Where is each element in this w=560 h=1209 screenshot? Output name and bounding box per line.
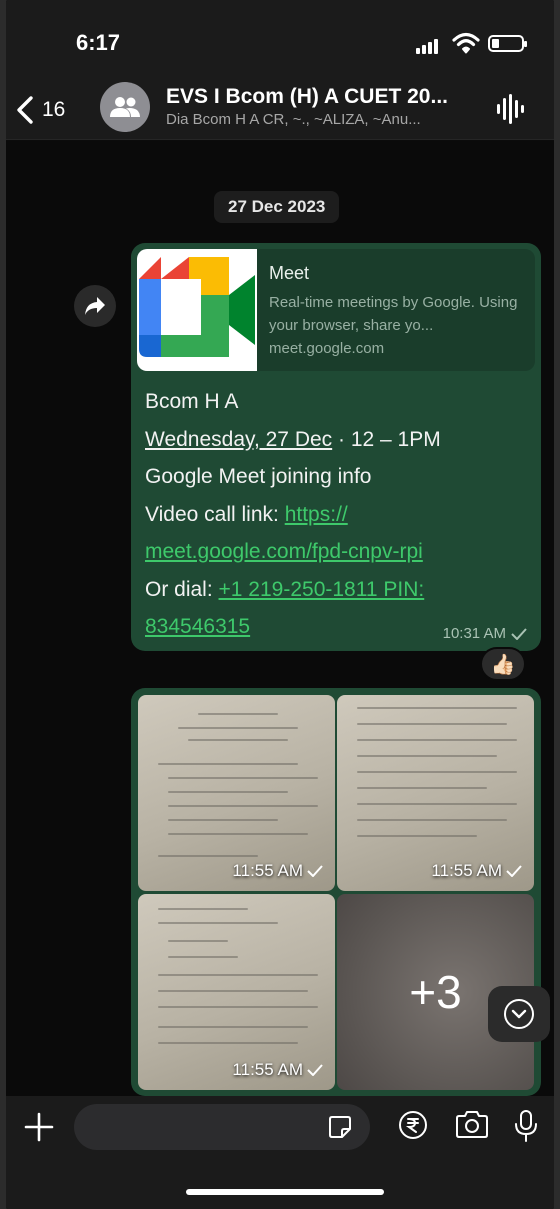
photo-time: 11:55 AM xyxy=(232,861,303,880)
chat-title[interactable]: EVS I Bcom (H) A CUET 20... xyxy=(166,85,448,109)
audio-wave-icon[interactable] xyxy=(496,94,524,124)
rupee-icon[interactable] xyxy=(398,1110,428,1140)
photo-time: 11:55 AM xyxy=(232,1060,303,1079)
mic-icon[interactable] xyxy=(514,1110,538,1142)
date-chip: 27 Dec 2023 xyxy=(214,191,340,223)
group-avatar-icon xyxy=(110,97,140,117)
back-button[interactable]: 16 xyxy=(16,90,96,130)
message-input[interactable] xyxy=(74,1104,370,1150)
link-preview[interactable]: Meet Real-time meetings by Google. Using… xyxy=(137,249,535,371)
plus-icon[interactable] xyxy=(24,1112,54,1142)
forward-icon xyxy=(85,297,105,315)
dial-number-link[interactable]: +1 219-250-1811 PIN: xyxy=(219,578,425,601)
message-line: Google Meet joining info xyxy=(145,465,372,488)
sticker-icon[interactable] xyxy=(328,1115,352,1139)
unread-count: 16 xyxy=(42,98,66,121)
camera-icon[interactable] xyxy=(454,1110,490,1140)
composer-bar xyxy=(6,1096,554,1209)
phone-screen: 6:17 16 EVS I Bcom (H) A CUET 20... Dia … xyxy=(6,0,554,1209)
message-bubble[interactable]: Meet Real-time meetings by Google. Using… xyxy=(131,243,541,651)
chat-members[interactable]: Dia Bcom H A CR, ~., ~ALIZA, ~Anu... xyxy=(166,111,421,128)
message-timestamp: 10:31 AM xyxy=(443,625,527,642)
scroll-to-bottom-button[interactable] xyxy=(488,986,550,1042)
message-list[interactable]: 27 Dec 2023 Meet Real-time meetings by G… xyxy=(6,141,554,1096)
thumbs-up-icon: 👍🏻 xyxy=(490,653,516,676)
message-text: Bcom H A Wednesday, 27 Dec · 12 – 1PM Go… xyxy=(145,383,441,646)
photo-time: 11:55 AM xyxy=(431,861,502,880)
event-time: · 12 – 1PM xyxy=(332,427,441,451)
photo-thumbnail[interactable]: 11:55 AM xyxy=(138,894,335,1090)
photo-timestamp: 11:55 AM xyxy=(431,861,522,881)
cell-signal-icon xyxy=(416,36,440,54)
photo-album-bubble[interactable]: 11:55 AM 11:55 AM 11:55 AM +3 xyxy=(131,688,541,1096)
reaction-badge[interactable]: 👍🏻 xyxy=(480,647,526,681)
battery-icon xyxy=(488,35,527,52)
home-indicator[interactable] xyxy=(186,1189,384,1195)
meet-url-link[interactable]: https:// xyxy=(285,503,348,526)
photo-timestamp: 11:55 AM xyxy=(232,1060,323,1080)
forward-button[interactable] xyxy=(74,285,116,327)
event-date-link[interactable]: Wednesday, 27 Dec xyxy=(145,428,332,451)
preview-domain: meet.google.com xyxy=(269,340,385,357)
photo-thumbnail[interactable]: 11:55 AM xyxy=(138,695,335,891)
message-line: Or dial: +1 219-250-1811 PIN: xyxy=(145,571,441,609)
group-avatar[interactable] xyxy=(100,82,150,132)
dial-pin-link[interactable]: 834546315 xyxy=(145,615,250,638)
message-line: 834546315 xyxy=(145,608,441,646)
dial-label: Or dial: xyxy=(145,577,219,601)
check-icon xyxy=(307,865,323,877)
back-chevron-icon xyxy=(17,96,33,124)
check-icon xyxy=(511,627,527,640)
preview-title: Meet xyxy=(269,263,310,283)
status-bar: 6:17 xyxy=(6,0,554,80)
wifi-icon xyxy=(452,32,480,54)
photo-timestamp: 11:55 AM xyxy=(232,861,323,881)
preview-description: Real-time meetings by Google. Using your… xyxy=(269,294,518,334)
video-link-label: Video call link: xyxy=(145,502,285,526)
message-time: 10:31 AM xyxy=(442,625,506,642)
check-icon xyxy=(307,1064,323,1076)
check-icon xyxy=(506,865,522,877)
message-line: Wednesday, 27 Dec · 12 – 1PM xyxy=(145,421,441,459)
meet-url-link-cont[interactable]: meet.google.com/fpd-cnpv-rpi xyxy=(145,540,423,563)
status-time: 6:17 xyxy=(76,30,121,55)
message-line: Bcom H A xyxy=(145,390,239,413)
message-line: meet.google.com/fpd-cnpv-rpi xyxy=(145,533,441,571)
google-meet-icon xyxy=(139,257,255,357)
meet-logo xyxy=(137,249,257,371)
photo-thumbnail[interactable]: 11:55 AM xyxy=(337,695,534,891)
chevron-down-icon xyxy=(504,999,534,1029)
chat-header: 16 EVS I Bcom (H) A CUET 20... Dia Bcom … xyxy=(6,80,554,140)
message-line: Video call link: https:// xyxy=(145,496,441,534)
